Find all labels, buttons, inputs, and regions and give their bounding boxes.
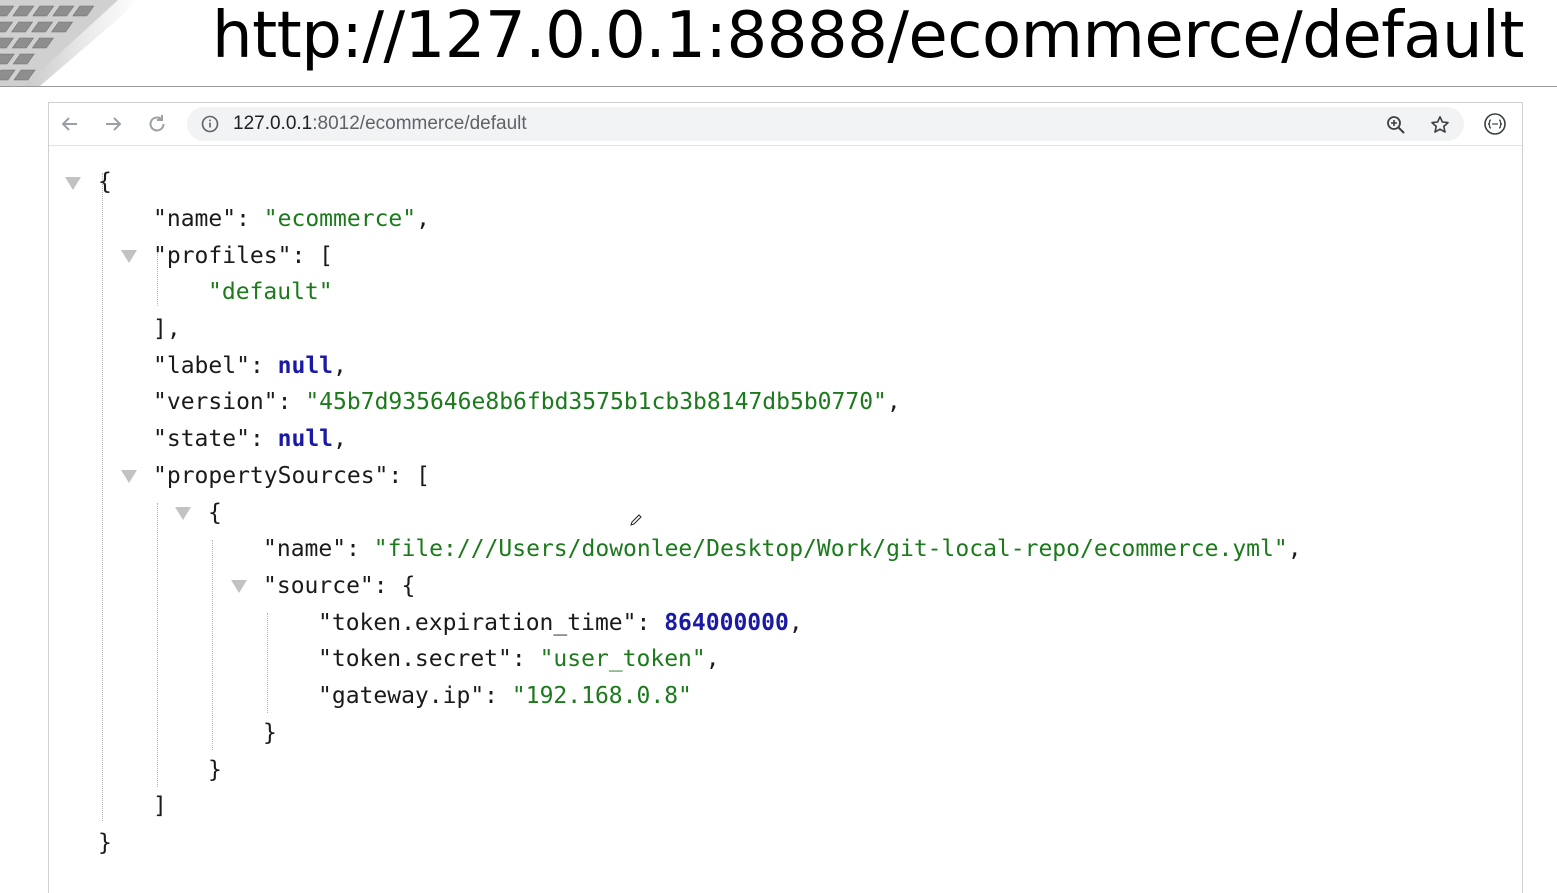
json-line-token-secret: "token.secret": "user_token", (318, 646, 720, 672)
json-line-source-close: } (263, 720, 277, 746)
browser-toolbar: 127.0.0.1:8012/ecommerce/default (49, 103, 1522, 146)
collapse-caret-root[interactable] (65, 177, 81, 190)
indent-guide-source-object (212, 540, 213, 750)
indent-guide-source (267, 613, 268, 713)
json-line-source-object-open: { (208, 500, 222, 526)
back-arrow-icon[interactable] (57, 111, 83, 137)
address-path: :8012/ecommerce/default (312, 113, 527, 134)
reload-icon[interactable] (144, 111, 170, 137)
json-line-version: "version": "45b7d935646e8b6fbd3575b1cb3b… (153, 389, 901, 415)
json-line-token-expiration: "token.expiration_time": 864000000, (318, 610, 803, 636)
json-line-source: "source": { (263, 573, 416, 599)
json-line-property-sources: "propertySources": [ (153, 463, 430, 489)
json-line-profiles-item: "default" (208, 279, 333, 305)
json-line-gateway-ip: "gateway.ip": "192.168.0.8" (318, 683, 692, 709)
zoom-icon[interactable] (1386, 115, 1406, 135)
json-line-label: "label": null, (153, 353, 347, 379)
collapse-caret-property-sources[interactable] (121, 470, 137, 483)
json-viewer: { "name": "ecommerce", "profiles": [ "de… (49, 146, 1522, 893)
info-icon[interactable] (201, 115, 219, 133)
collapse-caret-source-object[interactable] (175, 507, 191, 520)
video-banner: http://127.0.0.1:8888/ecommerce/default (0, 0, 1557, 87)
json-line-ps-name: "name": "file:///Users/dowonlee/Desktop/… (263, 536, 1302, 562)
banner-url-title: http://127.0.0.1:8888/ecommerce/default (212, 0, 1524, 73)
json-root-close: } (98, 830, 112, 856)
json-root-open: { (98, 169, 112, 195)
pen-cursor-icon (629, 513, 643, 527)
indent-guide-root (102, 173, 103, 821)
json-line-name: "name": "ecommerce", (153, 206, 430, 232)
indent-guide-property-sources (157, 503, 158, 787)
address-url: 127.0.0.1:8012/ecommerce/default (233, 107, 527, 141)
json-line-array-close: ] (153, 793, 167, 819)
laptop-keyboard-image (0, 0, 215, 86)
json-line-state: "state": null, (153, 426, 347, 452)
collapse-caret-source[interactable] (231, 580, 247, 593)
json-line-profiles: "profiles": [ (153, 243, 334, 269)
extension-icon[interactable] (1483, 112, 1507, 136)
star-icon[interactable] (1430, 115, 1450, 135)
json-line-profiles-close: ], (153, 316, 181, 342)
forward-arrow-icon[interactable] (100, 111, 126, 137)
address-host: 127.0.0.1 (233, 113, 313, 134)
address-bar[interactable]: 127.0.0.1:8012/ecommerce/default (187, 107, 1464, 141)
json-line-source-object-close: } (208, 757, 222, 783)
browser-window: 127.0.0.1:8012/ecommerce/default { "name… (48, 102, 1523, 893)
collapse-caret-profiles[interactable] (121, 250, 137, 263)
